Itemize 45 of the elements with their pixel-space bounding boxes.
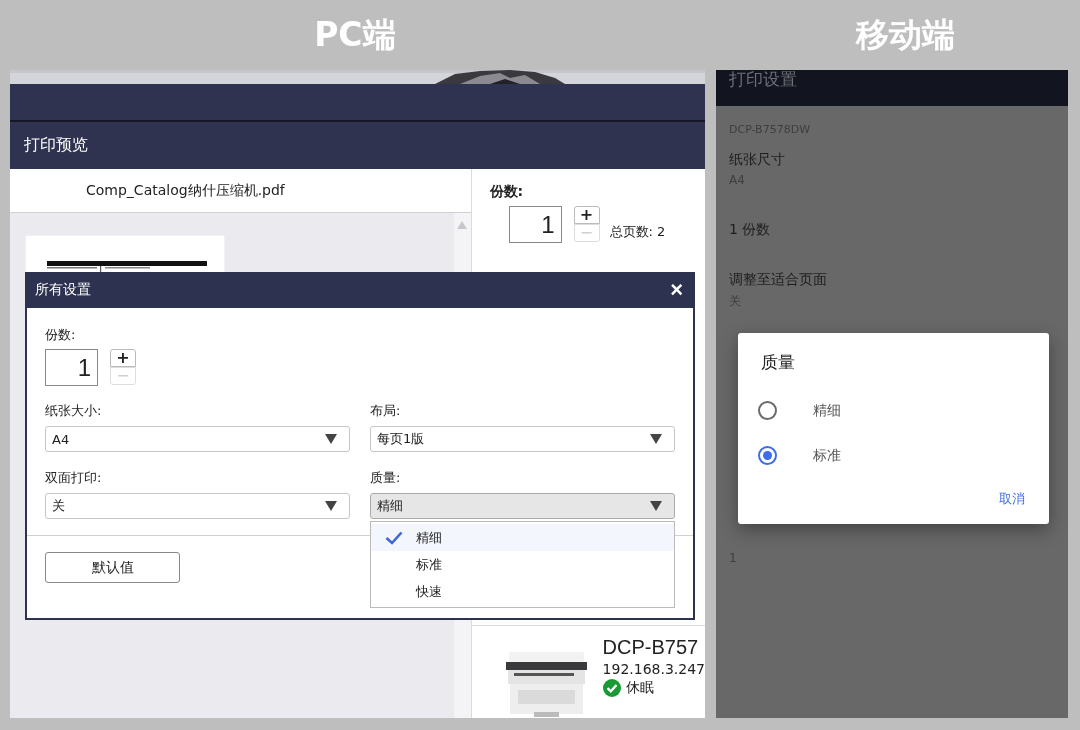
dropdown-value: 精细	[377, 497, 403, 515]
screen-title: 打印设置	[729, 68, 797, 91]
dropdown[interactable]: 精细	[370, 493, 675, 519]
section-heading: PC端	[313, 13, 397, 56]
field-label: 双面打印:	[45, 469, 103, 487]
radio-button[interactable]	[758, 401, 777, 420]
dialog-title: 所有设置	[35, 281, 91, 299]
field-label: 布局:	[370, 402, 402, 420]
copies-field[interactable]: 1	[508, 206, 562, 243]
dropdown-value: 每页1版	[377, 430, 425, 448]
total-pages: 总页数: 2	[609, 223, 666, 241]
increment-button[interactable]: +	[573, 206, 600, 224]
radio-button[interactable]	[758, 446, 777, 465]
field-label: 质量:	[370, 469, 402, 487]
caret-icon	[325, 501, 337, 511]
menu-item[interactable]: 精细	[371, 524, 674, 551]
field-label: 纸张大小:	[45, 402, 103, 420]
printer-name: DCP-B757	[602, 636, 700, 659]
caret-icon	[650, 501, 662, 511]
caret-icon	[325, 434, 337, 444]
dropdown-value: A4	[52, 431, 70, 447]
dropdown-value: 关	[52, 497, 65, 515]
default-button[interactable]: 默认值	[45, 552, 180, 583]
dropdown[interactable]: 每页1版	[370, 426, 675, 452]
dropdown[interactable]: 关	[45, 493, 350, 519]
menu-item[interactable]: 快速	[371, 578, 674, 605]
close-button[interactable]: ×	[668, 279, 685, 301]
printer-status: 休眠	[625, 679, 654, 697]
copies-field[interactable]: 1	[45, 349, 98, 386]
copies-label: 份数:	[45, 326, 77, 344]
scroll-up-icon	[457, 221, 468, 229]
cancel-button[interactable]: 取消	[999, 488, 1025, 510]
copies-label: 份数:	[489, 183, 525, 201]
dialog-title: 质量	[761, 351, 795, 374]
dropdown[interactable]: A4	[45, 426, 350, 452]
caret-icon	[650, 434, 662, 444]
section-heading: 移动端	[854, 13, 956, 56]
file-name: Comp_Catalog纳什压缩机.pdf	[86, 181, 285, 200]
printer-ip: 192.168.3.247	[602, 661, 705, 677]
option-label[interactable]: 精细	[813, 401, 841, 420]
increment-button[interactable]: +	[110, 349, 136, 367]
option-label[interactable]: 标准	[813, 446, 841, 465]
app-title: 打印预览	[24, 135, 88, 156]
menu-item[interactable]: 标准	[371, 551, 674, 578]
check-icon	[385, 530, 403, 545]
